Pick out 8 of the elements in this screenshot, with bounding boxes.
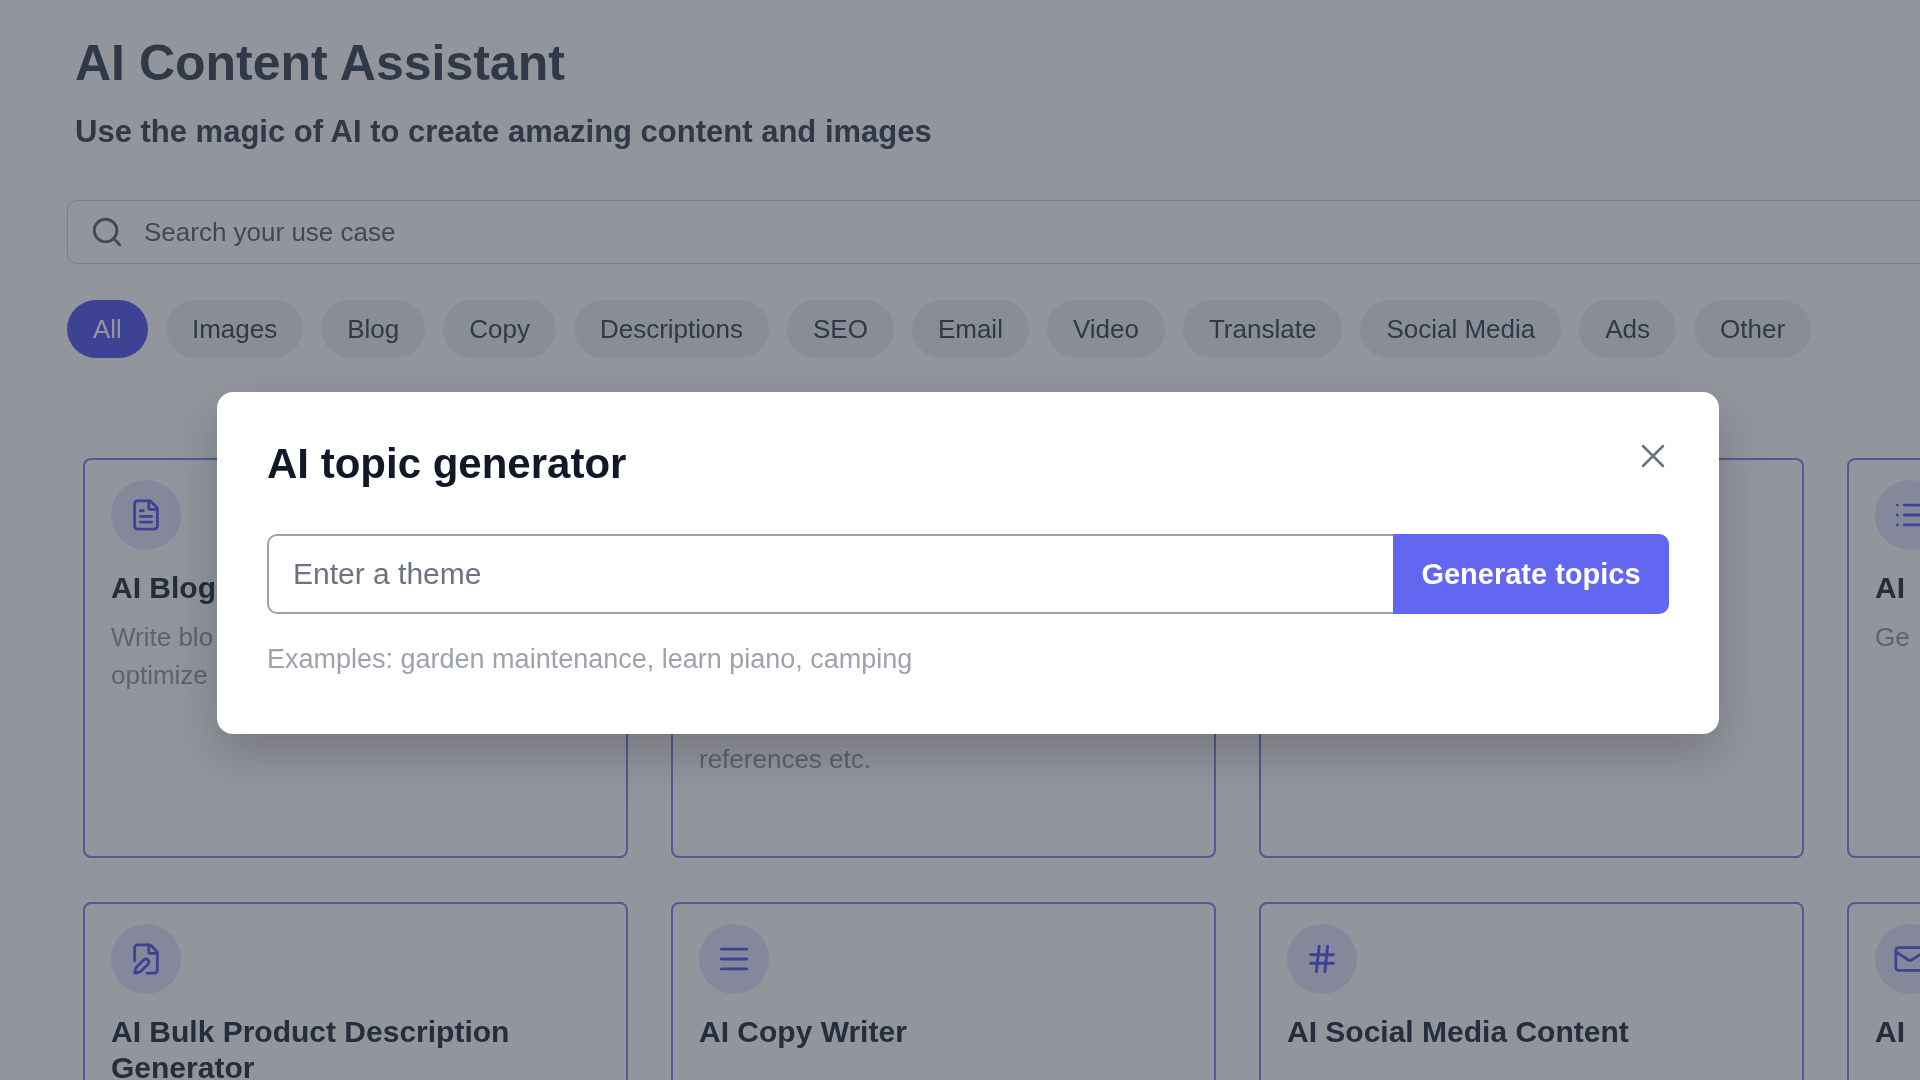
card-title: AI Social Media Content — [1287, 1014, 1629, 1050]
card-title: AI Copy Writer — [699, 1014, 907, 1050]
card-title: AI Bulk Product Description Generator — [111, 1014, 511, 1080]
page-subtitle: Use the magic of AI to create amazing content and images — [75, 113, 933, 151]
card-title: AI — [1875, 1014, 1905, 1050]
page-title: AI Content Assistant — [75, 34, 566, 92]
card-title: AI Blog — [111, 570, 216, 606]
card-title: AI — [1875, 570, 1905, 606]
